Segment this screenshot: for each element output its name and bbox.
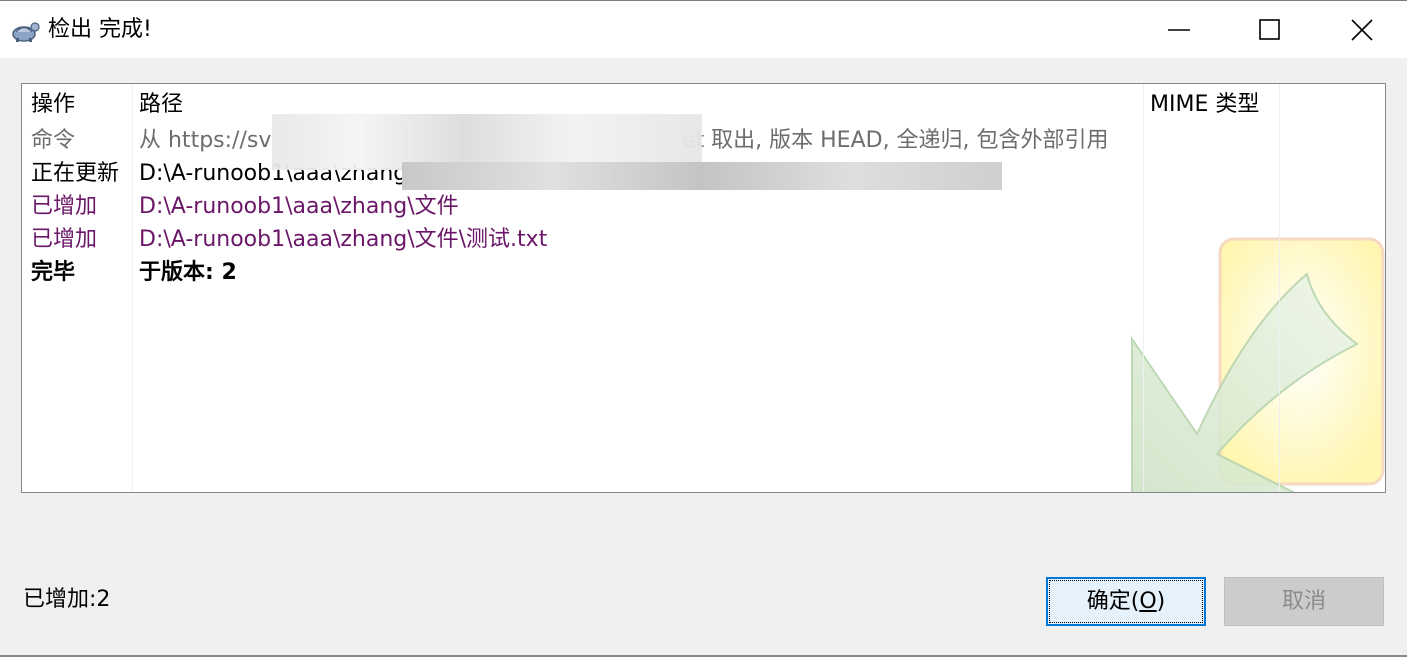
cancel-button: 取消	[1224, 577, 1384, 626]
ok-button[interactable]: 确定(O)	[1046, 577, 1206, 626]
list-row-added[interactable]: 已增加 D:\A-runoob1\aaa\zhang\文件\测试.txt	[22, 223, 1143, 256]
maximize-icon	[1259, 19, 1280, 40]
title-bar: 检出 完成!	[0, 0, 1407, 58]
row-path: D:\A-runoob1\aaa\zhang\文件\测试.txt	[139, 227, 548, 252]
focus-rect	[1049, 580, 1203, 623]
column-header-action[interactable]: 操作	[31, 90, 75, 120]
list-row-added[interactable]: 已增加 D:\A-runoob1\aaa\zhang\文件	[22, 190, 1143, 223]
window-title: 检出 完成!	[48, 17, 152, 42]
row-path: D:\A-runoob1\aaa\zhang\文件	[139, 194, 459, 219]
row-action: 正在更新	[31, 161, 120, 186]
column-separator	[1143, 84, 1144, 492]
close-icon	[1351, 19, 1373, 41]
checkout-results-list[interactable]: 操作 路径 MIME 类型 命令 从 https://sv et 取出, 版本 …	[21, 83, 1386, 493]
list-row-completed[interactable]: 完毕 于版本: 2	[22, 256, 1143, 289]
column-header-mime[interactable]: MIME 类型	[1150, 90, 1259, 120]
row-action: 完毕	[31, 260, 76, 285]
row-action: 已增加	[31, 227, 98, 252]
column-separator	[1279, 84, 1280, 492]
minimize-icon	[1168, 29, 1190, 31]
redacted-region	[402, 162, 1002, 190]
checkout-watermark-icon	[1131, 237, 1385, 492]
row-path: 从 https://sv	[139, 128, 272, 153]
row-path-tail: et 取出, 版本 HEAD, 全递归, 包含外部引用	[682, 128, 1109, 153]
row-action: 命令	[31, 128, 76, 153]
row-path: 于版本: 2	[139, 260, 237, 285]
minimize-button[interactable]	[1133, 1, 1225, 59]
status-summary: 已增加:2	[23, 587, 111, 612]
maximize-button[interactable]	[1224, 1, 1316, 59]
row-action: 已增加	[31, 194, 98, 219]
tortoise-icon	[12, 22, 40, 42]
column-header-path[interactable]: 路径	[139, 90, 183, 120]
close-button[interactable]	[1316, 1, 1407, 59]
